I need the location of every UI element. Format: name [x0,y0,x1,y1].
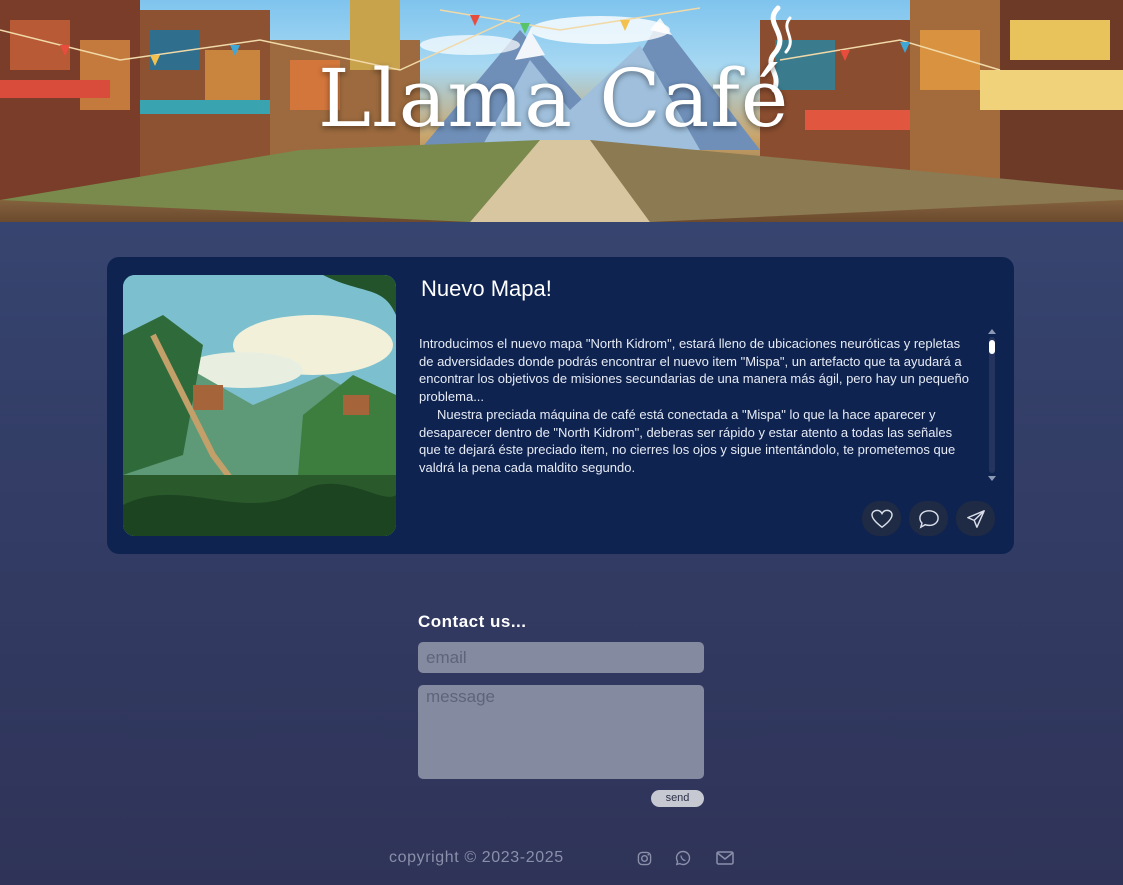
send-button[interactable]: send [651,790,704,807]
copyright-text: copyright © 2023-2025 [389,849,564,866]
jungle-map-image [123,275,396,536]
site-logo[interactable]: Llama Café [318,52,789,145]
comment-button[interactable] [909,501,948,536]
send-icon [966,509,985,528]
post-paragraph: Nuestra preciada máquina de café está co… [419,406,956,475]
email-field[interactable] [418,642,704,673]
heart-icon [870,509,893,528]
scrollbar-track[interactable] [989,337,995,473]
post-paragraph: Introducimos el nuevo mapa "North Kidrom… [419,336,969,405]
mail-icon [716,851,734,865]
instagram-icon [637,851,651,865]
post-body: Introducimos el nuevo mapa "North Kidrom… [419,335,974,479]
header-banner: Llama Café [0,0,1123,222]
post-scrollbar[interactable] [986,329,998,481]
post-title: Nuevo Mapa! [421,276,552,301]
whatsapp-icon [675,850,691,866]
mail-link[interactable] [716,849,734,867]
comment-icon [918,509,939,529]
like-button[interactable] [862,501,901,536]
share-button[interactable] [956,501,995,536]
instagram-link[interactable] [635,849,653,867]
contact-title: Contact us... [418,612,527,631]
post-card: Nuevo Mapa! Introducimos el nuevo mapa "… [107,257,1014,554]
jungle-illustration [123,275,396,536]
scroll-down-icon[interactable] [988,476,996,481]
whatsapp-link[interactable] [674,849,692,867]
scroll-up-icon[interactable] [988,329,996,334]
scrollbar-thumb[interactable] [989,340,995,354]
message-field[interactable] [418,685,704,779]
